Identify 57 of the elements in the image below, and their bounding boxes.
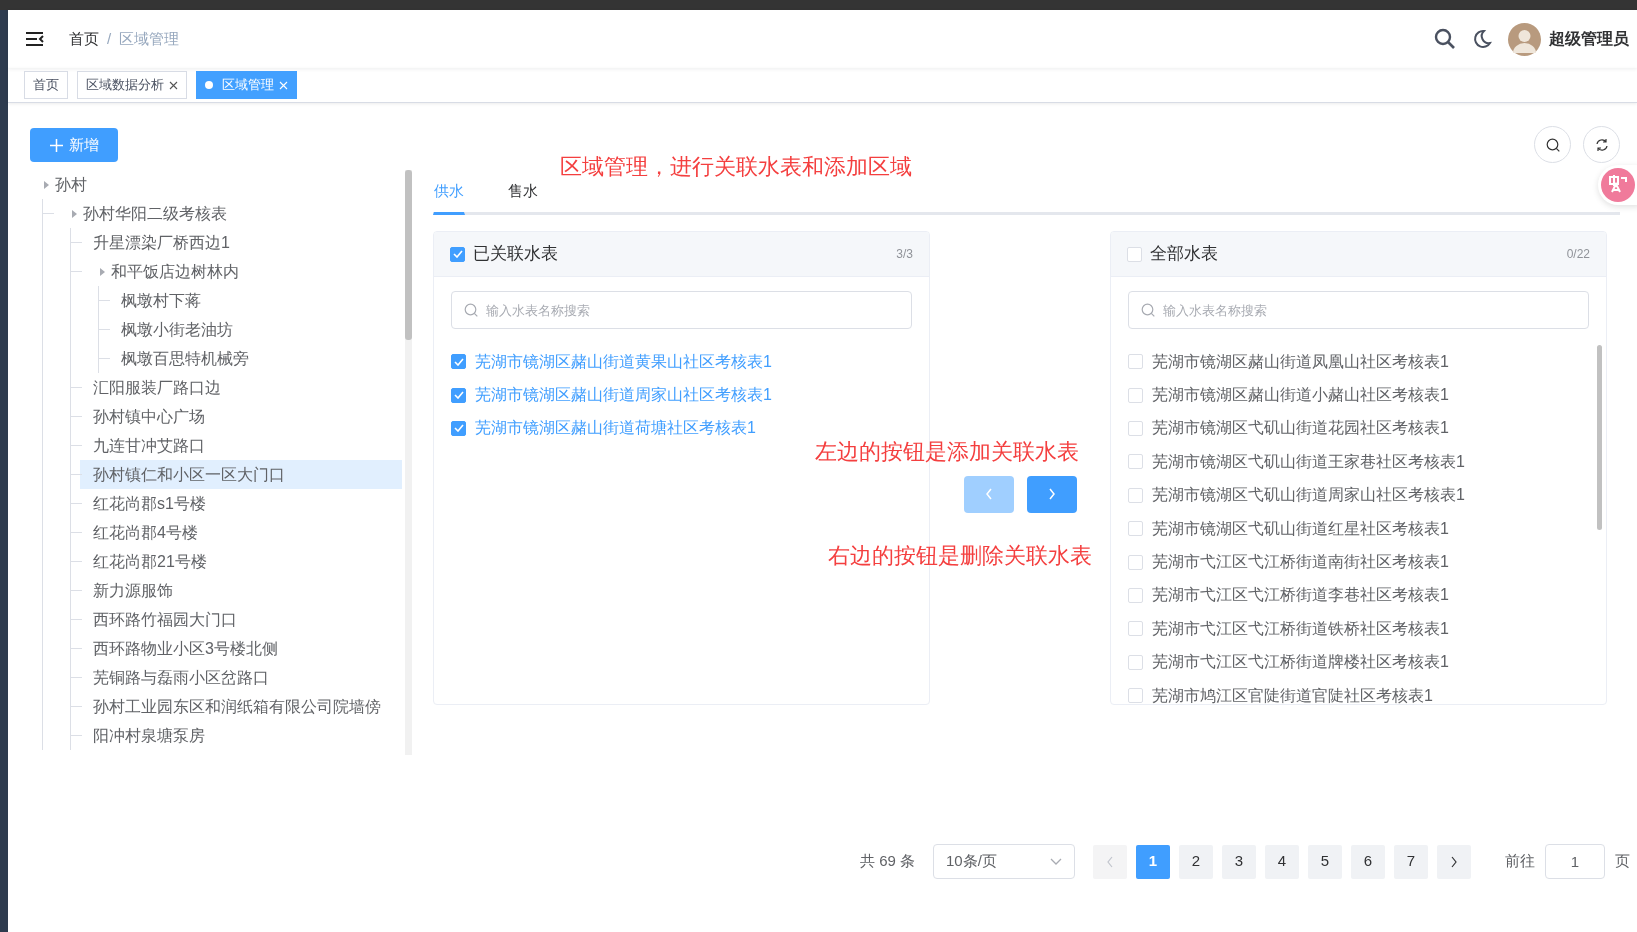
- user-name[interactable]: 超级管理员: [1549, 27, 1629, 51]
- list-item[interactable]: 芜湖市镜湖区弋矶山街道王家巷社区考核表1: [1152, 449, 1465, 474]
- list-item[interactable]: 芜湖市镜湖区弋矶山街道花园社区考核表1: [1152, 416, 1449, 441]
- annotation-text: 区域管理，进行关联水表和添加区域: [560, 153, 912, 181]
- page-suffix: 页: [1615, 851, 1630, 872]
- list-item[interactable]: 芜湖市弋江区弋江桥街道铁桥社区考核表1: [1152, 616, 1449, 641]
- search-field[interactable]: 输入水表名称搜索: [451, 291, 912, 329]
- list-item[interactable]: 芜湖市镜湖区赭山街道小赭山社区考核表1: [1152, 383, 1449, 408]
- list-item[interactable]: 芜湖市弋江区弋江桥街道牌楼社区考核表1: [1152, 650, 1449, 675]
- panel-title: 已关联水表: [473, 243, 559, 266]
- list-item[interactable]: 芜湖市鸠江区官陡街道官陡社区考核表1: [1152, 683, 1433, 704]
- tab[interactable]: 售水: [507, 169, 539, 215]
- page-button[interactable]: 5: [1308, 844, 1342, 879]
- tree-item[interactable]: 升星漂染厂桥西边1: [80, 228, 402, 257]
- list-item[interactable]: 芜湖市弋江区弋江桥街道李巷社区考核表1: [1152, 583, 1449, 608]
- tree-item[interactable]: 和平饭店边树林内: [80, 257, 402, 286]
- tree-item[interactable]: 孙村镇中心广场: [80, 402, 402, 431]
- list-item[interactable]: 芜湖市弋江区弋江桥街道南街社区考核表1: [1152, 550, 1449, 575]
- total-count: 共 69 条: [859, 851, 915, 872]
- page-button[interactable]: 3: [1222, 844, 1256, 879]
- tree-item[interactable]: 西环路竹福园大门口: [80, 605, 402, 634]
- tree-item[interactable]: 新力源服饰: [80, 576, 402, 605]
- tree-item[interactable]: 九连甘冲艾路口: [80, 431, 402, 460]
- tree-item[interactable]: 芜铜路与磊雨小区岔路口: [80, 663, 402, 692]
- breadcrumb-link[interactable]: 首页: [69, 27, 99, 51]
- tree-item[interactable]: 枫墩小街老油坊: [108, 315, 402, 344]
- panel-title: 全部水表: [1150, 243, 1219, 266]
- page-button[interactable]: 4: [1265, 844, 1299, 879]
- tree-item[interactable]: 阳冲村泉塘泵房: [80, 721, 402, 750]
- page-size-select[interactable]: 10条/页: [933, 844, 1075, 879]
- page-tab[interactable]: 首页: [24, 71, 68, 99]
- tree-item[interactable]: 孙村华阳二级考核表: [52, 199, 402, 228]
- list-item[interactable]: 芜湖市镜湖区弋矶山街道红星社区考核表1: [1152, 516, 1449, 541]
- tree-item[interactable]: 孙村镇仁和小区一区大门口: [80, 460, 402, 489]
- goto-label: 前往: [1505, 851, 1535, 872]
- tree-item[interactable]: 枫墩村下蒋: [108, 286, 402, 315]
- annotation-text: 右边的按钮是删除关联水表: [828, 542, 1092, 570]
- search-field[interactable]: 输入水表名称搜索: [1128, 291, 1589, 329]
- item-count: 3/3: [896, 246, 913, 263]
- page-button[interactable]: 7: [1394, 844, 1428, 879]
- list-item[interactable]: 芜湖市镜湖区赭山街道凤凰山社区考核表1: [1152, 349, 1449, 374]
- page-button[interactable]: 6: [1351, 844, 1385, 879]
- list-item[interactable]: 芜湖市镜湖区弋矶山街道周家山社区考核表1: [1152, 483, 1465, 508]
- page-button[interactable]: 2: [1179, 844, 1213, 879]
- page-input[interactable]: 1: [1545, 844, 1605, 879]
- item-count: 0/22: [1566, 246, 1590, 263]
- tree-item[interactable]: 汇阳服装厂路口边: [80, 373, 402, 402]
- page-tab[interactable]: 区域数据分析: [77, 71, 187, 99]
- tree-item[interactable]: 红花尚郡s1号楼: [80, 489, 402, 518]
- breadcrumb-separator: /: [107, 28, 112, 49]
- tree-item[interactable]: 孙村: [24, 170, 402, 199]
- tree-item[interactable]: 枫墩百思特机械旁: [108, 344, 402, 373]
- tree-item[interactable]: 西环路物业小区3号楼北侧: [80, 634, 402, 663]
- tree-item[interactable]: 红花尚郡21号楼: [80, 547, 402, 576]
- annotation-text: 左边的按钮是添加关联水表: [815, 438, 1079, 466]
- tree-item[interactable]: 红花尚郡4号楼: [80, 518, 402, 547]
- tree-item[interactable]: 孙村工业园东区和润纸箱有限公司院墙傍: [80, 692, 402, 721]
